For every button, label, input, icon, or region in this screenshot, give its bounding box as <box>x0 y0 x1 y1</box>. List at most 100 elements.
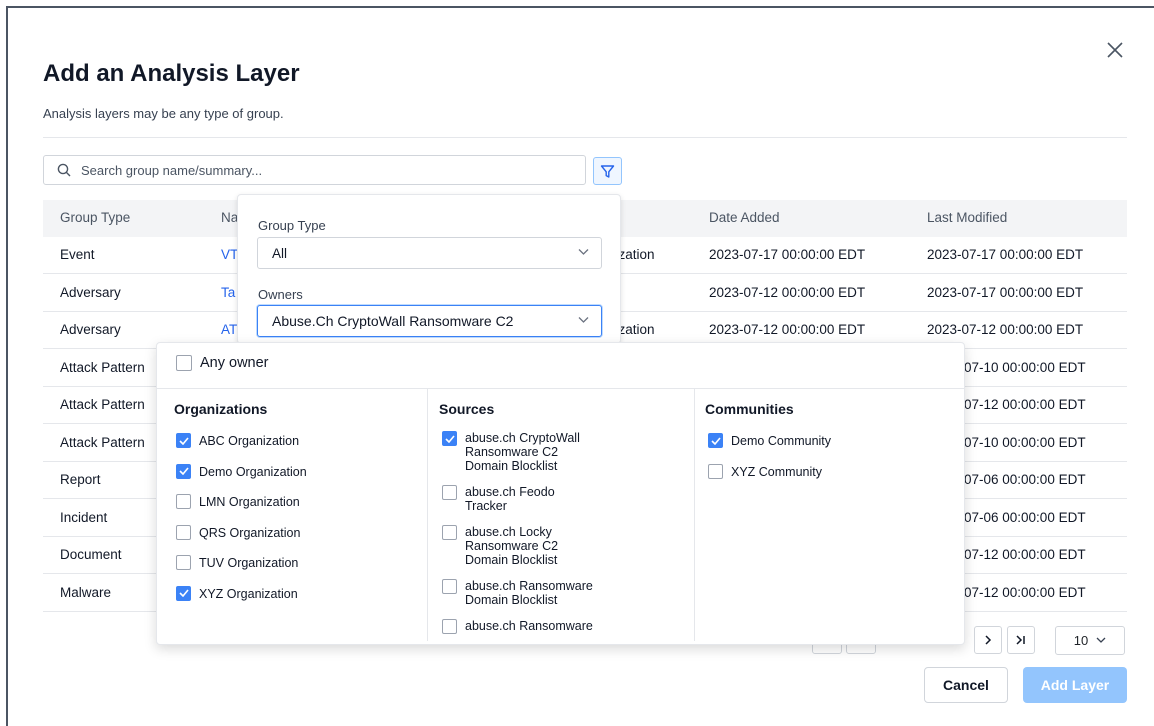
column-header-group-type[interactable]: Group Type <box>60 210 130 225</box>
organization-checkbox[interactable] <box>176 524 191 540</box>
source-label-line: abuse.ch Locky <box>465 525 552 539</box>
divider <box>43 137 1127 138</box>
source-option[interactable]: abuse.ch Locky Ransomware C2 Domain Blockl… <box>442 525 558 567</box>
source-label-line: Domain Blocklist <box>465 459 558 473</box>
source-checkbox[interactable] <box>442 431 457 446</box>
chevron-right-icon <box>985 635 992 645</box>
communities-column: Communities Demo Community XYZ Community <box>695 389 964 643</box>
check-icon <box>178 436 189 445</box>
organization-checkbox[interactable] <box>176 555 191 570</box>
organization-label: TUV Organization <box>199 556 299 570</box>
community-label: Demo Community <box>731 434 832 448</box>
group-type-label: Group Type <box>258 218 326 233</box>
source-checkbox[interactable] <box>442 485 457 500</box>
source-label: abuse.ch Ransomware <box>465 619 593 633</box>
cell-name-link[interactable]: Ta <box>221 285 235 300</box>
organization-option[interactable]: QRS Organization <box>176 524 301 540</box>
organization-checkbox[interactable] <box>176 585 191 601</box>
source-label-line: abuse.ch Feodo <box>465 485 555 499</box>
cell-group-type: Attack Pattern <box>60 434 145 450</box>
chevron-down-icon <box>1096 637 1106 643</box>
owners-label: Owners <box>258 287 303 302</box>
group-type-select[interactable]: All <box>257 237 602 269</box>
source-checkbox[interactable] <box>442 525 457 540</box>
per-page-select[interactable]: 10 <box>1055 626 1125 655</box>
cell-group-type: Attack Pattern <box>60 359 145 375</box>
cell-date-added: 2023-07-12 00:00:00 EDT <box>709 322 866 337</box>
pagination-last-button[interactable] <box>1007 626 1035 654</box>
source-label-line: abuse.ch CryptoWall <box>465 431 580 445</box>
source-label: abuse.ch CryptoWall Ransomware C2 Domain B… <box>465 431 580 473</box>
community-checkbox[interactable] <box>708 463 723 479</box>
cell-last-modified: 07-10 00:00:00 EDT <box>964 434 1086 450</box>
owners-dropdown: Any owner Organizations ABC Organization… <box>156 342 965 645</box>
organization-option[interactable]: TUV Organization <box>176 555 298 570</box>
organization-checkbox[interactable] <box>176 433 191 448</box>
any-owner-option[interactable]: Any owner <box>176 355 269 371</box>
group-type-value: All <box>272 245 288 261</box>
community-option[interactable]: Demo Community <box>708 433 831 448</box>
cell-group-type: Adversary <box>60 284 121 300</box>
organization-label: ABC Organization <box>199 434 300 448</box>
cell-name-link[interactable]: VT <box>221 247 238 262</box>
organization-label: Demo Organization <box>199 464 307 479</box>
organizations-column: Organizations ABC Organization Demo Organ… <box>157 389 427 643</box>
community-label: XYZ Community <box>731 464 822 479</box>
filter-icon <box>600 164 615 178</box>
organization-checkbox[interactable] <box>176 463 191 479</box>
sources-heading: Sources <box>439 401 495 417</box>
cell-group-type: Document <box>60 547 122 562</box>
pagination-next-button[interactable] <box>974 626 1002 654</box>
source-checkbox[interactable] <box>442 579 457 594</box>
organization-label: QRS Organization <box>199 525 301 540</box>
owners-select[interactable]: Abuse.Ch CryptoWall Ransomware C2 <box>257 305 602 337</box>
cell-group-type: Incident <box>60 509 108 525</box>
organization-option[interactable]: LMN Organization <box>176 494 300 509</box>
communities-heading: Communities <box>705 401 794 417</box>
any-owner-checkbox[interactable] <box>176 355 192 371</box>
community-option[interactable]: XYZ Community <box>708 463 822 479</box>
source-label-line: abuse.ch Ransomware <box>465 579 593 593</box>
search-input[interactable] <box>81 162 561 178</box>
source-label-line: Ransomware C2 <box>465 445 559 459</box>
sources-column: Sources abuse.ch CryptoWall Ransomware C2… <box>428 389 694 643</box>
cell-name-link[interactable]: AT <box>221 322 237 337</box>
close-icon[interactable] <box>1106 41 1124 59</box>
column-header-last-modified[interactable]: Last Modified <box>927 210 1007 225</box>
source-label: abuse.ch Ransomware Domain Blocklist <box>465 579 593 607</box>
source-option[interactable]: abuse.ch Ransomware Domain Blocklist <box>442 579 593 607</box>
filter-button[interactable] <box>593 157 622 185</box>
cell-group-type: Event <box>60 247 95 262</box>
organization-checkbox[interactable] <box>176 494 191 509</box>
source-checkbox[interactable] <box>442 619 457 634</box>
cell-last-modified: 07-12 00:00:00 EDT <box>964 397 1086 412</box>
source-option[interactable]: abuse.ch Ransomware <box>442 619 593 634</box>
column-header-date-added[interactable]: Date Added <box>709 210 780 225</box>
organization-label: LMN Organization <box>199 495 300 509</box>
search-icon <box>57 163 71 177</box>
community-checkbox[interactable] <box>708 433 723 448</box>
check-icon <box>444 434 455 443</box>
modal-title: Add an Analysis Layer <box>43 60 300 87</box>
cell-group-type: Attack Pattern <box>60 397 145 412</box>
organization-option[interactable]: XYZ Organization <box>176 585 298 601</box>
source-label-line: abuse.ch Ransomware <box>465 619 593 633</box>
cell-date-added: 2023-07-17 00:00:00 EDT <box>709 247 866 262</box>
organization-option[interactable]: Demo Organization <box>176 463 307 479</box>
cell-last-modified: 07-12 00:00:00 EDT <box>964 547 1086 562</box>
check-icon <box>178 589 189 597</box>
chevron-last-icon <box>1016 635 1025 645</box>
source-option[interactable]: abuse.ch CryptoWall Ransomware C2 Domain B… <box>442 431 580 473</box>
cancel-button[interactable]: Cancel <box>924 667 1008 703</box>
column-header-name[interactable]: Na <box>221 210 238 225</box>
cell-last-modified: 07-06 00:00:00 EDT <box>964 472 1086 487</box>
organization-option[interactable]: ABC Organization <box>176 433 299 448</box>
organization-label: XYZ Organization <box>199 586 298 601</box>
add-layer-button[interactable]: Add Layer <box>1023 667 1127 703</box>
per-page-value: 10 <box>1073 633 1089 648</box>
source-option[interactable]: abuse.ch Feodo Tracker <box>442 485 555 513</box>
cell-group-type: Adversary <box>60 322 121 337</box>
check-icon <box>178 467 189 475</box>
source-label-line: Domain Blocklist <box>465 553 558 567</box>
cell-last-modified: 2023-07-12 00:00:00 EDT <box>927 322 1084 337</box>
